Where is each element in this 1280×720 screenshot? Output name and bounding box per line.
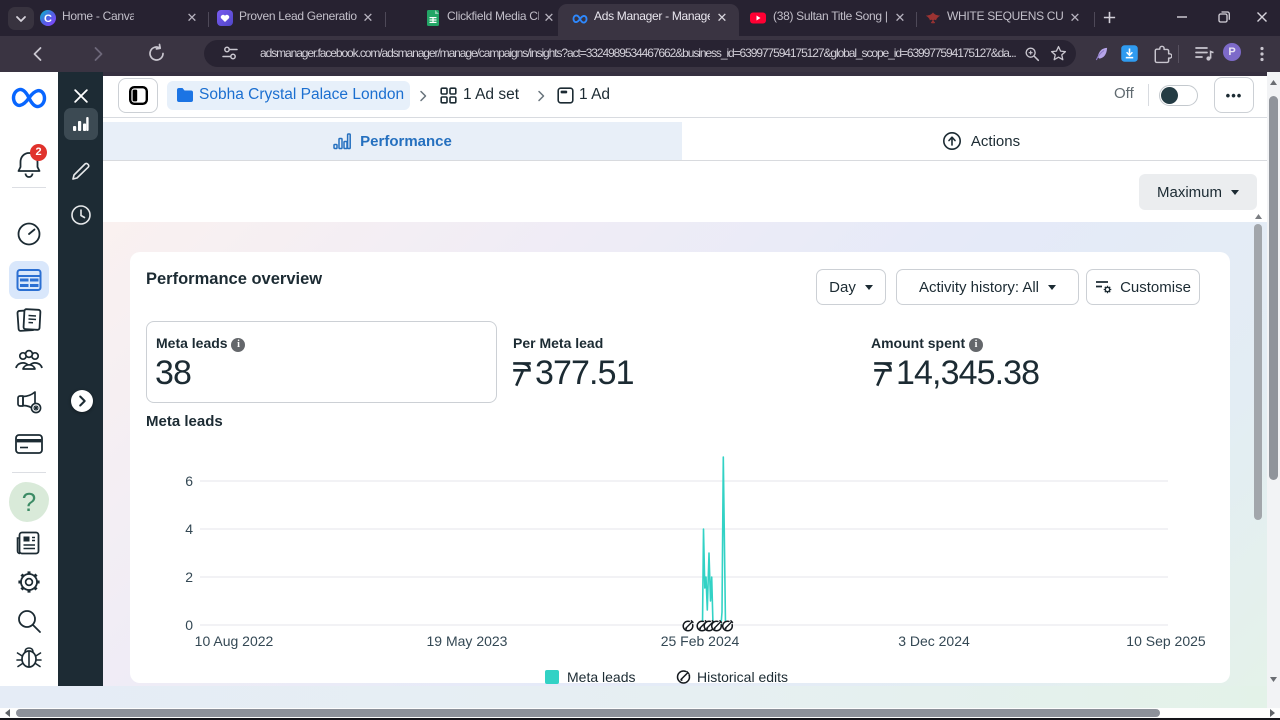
svg-text:19 May 2023: 19 May 2023	[427, 633, 508, 649]
svg-text:2: 2	[185, 569, 193, 585]
svg-text:4: 4	[185, 521, 193, 537]
svg-text:0: 0	[185, 617, 193, 633]
svg-text:25 Feb 2024: 25 Feb 2024	[661, 633, 740, 649]
svg-text:10 Aug 2022: 10 Aug 2022	[195, 633, 274, 649]
svg-text:6: 6	[185, 473, 193, 489]
svg-text:3 Dec 2024: 3 Dec 2024	[898, 633, 970, 649]
svg-text:10 Sep 2025: 10 Sep 2025	[1126, 633, 1206, 649]
svg-text:C: C	[44, 13, 52, 25]
